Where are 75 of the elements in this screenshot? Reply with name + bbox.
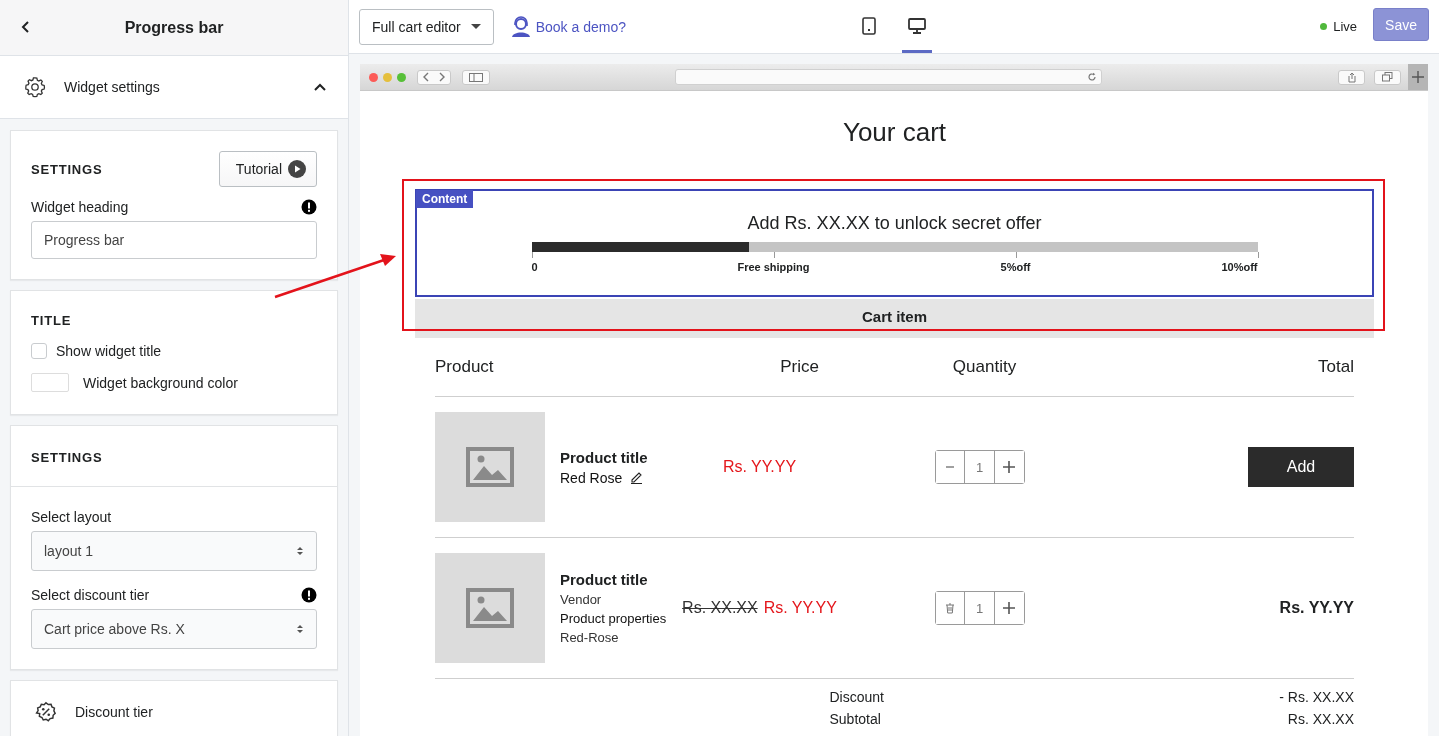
play-icon [288, 160, 306, 178]
milestone-label: 10%off [1221, 261, 1258, 273]
tier-select[interactable]: Cart price above Rs. X [31, 609, 317, 649]
color-label: Widget background color [83, 374, 238, 391]
field-label: Select layout [31, 509, 112, 525]
original-price: Rs. XX.XX [682, 599, 758, 617]
section-label: Widget settings [64, 79, 161, 95]
card-heading: SETTINGS [31, 450, 103, 465]
column-header: Price [779, 357, 820, 377]
column-header: Product [435, 357, 495, 377]
status-dot [1320, 23, 1328, 30]
checkbox-label: Show widget title [56, 343, 162, 359]
add-button[interactable]: Add [1248, 447, 1354, 487]
sale-price: Rs. YY.YY [763, 599, 837, 617]
field-label: Select discount tier [31, 587, 150, 603]
sale-price: Rs. YY.YY [722, 458, 797, 476]
product-meta: Vendor [560, 592, 603, 607]
summary-label: Discount [829, 689, 885, 705]
color-swatch[interactable] [31, 373, 69, 392]
milestone-label: Free shipping [737, 261, 810, 273]
product-meta: Red-Rose [560, 630, 620, 645]
section-header[interactable]: Widget settings [0, 56, 348, 119]
content-tag: Content [416, 190, 474, 208]
headset-person-icon [509, 15, 532, 38]
status-label: Live [1333, 19, 1358, 34]
heading-input[interactable]: Progress bar [31, 221, 317, 259]
checkbox[interactable] [31, 343, 47, 359]
column-header: Quantity [951, 357, 1018, 377]
card-heading: SETTINGS [31, 161, 103, 177]
discount-tier-label: Discount tier [75, 704, 153, 720]
milestone-label: 0 [531, 261, 538, 273]
plus-icon [1003, 602, 1016, 614]
trash-icon [944, 602, 955, 614]
close-dot [369, 72, 378, 82]
caret-icon [470, 23, 481, 30]
gear-icon [24, 76, 46, 98]
field-label: Widget heading [31, 199, 129, 215]
monitor-icon [908, 17, 926, 35]
cart-heading: Your cart [841, 117, 948, 148]
section-label: Cart item [862, 308, 927, 325]
summary-value: - Rs. XX.XX [1278, 689, 1354, 705]
sidebar-toggle-icon[interactable] [462, 69, 490, 85]
increment-button[interactable] [993, 592, 1024, 624]
minus-icon [945, 466, 954, 468]
product-properties: Product properties [560, 611, 667, 626]
panel-title: Progress bar [124, 18, 224, 37]
line-total: Rs. YY.YY [1279, 599, 1354, 617]
summary-label: Subtotal [829, 711, 882, 727]
tablet-icon [862, 17, 876, 35]
info-icon [301, 587, 317, 603]
discount-badge-icon [35, 701, 57, 723]
column-header: Total [1318, 357, 1354, 377]
info-icon [301, 199, 317, 215]
product-title: Product title [560, 448, 648, 466]
progress-message: Add Rs. XX.XX to unlock secret offer [747, 213, 1042, 234]
variant-label: Red Rose [560, 469, 623, 486]
tabs-icon[interactable] [1374, 69, 1401, 85]
card-heading: TITLE [31, 313, 72, 328]
maximize-dot [397, 72, 406, 82]
summary-value: Rs. XX.XX [1286, 711, 1354, 727]
discount-tier-row[interactable]: Discount tier [10, 680, 338, 736]
layout-select[interactable]: layout 1 [31, 531, 317, 571]
new-tab-icon[interactable] [1408, 64, 1428, 90]
nav-arrows-icon[interactable] [417, 69, 451, 85]
book-demo-link[interactable]: Book a demo? [509, 15, 626, 38]
updown-caret-icon [296, 545, 304, 557]
product-title: Product title [560, 571, 649, 588]
plus-icon [1003, 461, 1016, 473]
pencil-icon[interactable] [630, 471, 644, 484]
milestone-label: 5%off [1000, 261, 1031, 273]
minimize-dot [383, 72, 392, 82]
editor-dropdown[interactable]: Full cart editor [359, 8, 494, 45]
tutorial-button[interactable]: Tutorial [218, 151, 317, 187]
updown-caret-icon [296, 623, 304, 635]
increment-button[interactable] [993, 451, 1024, 483]
